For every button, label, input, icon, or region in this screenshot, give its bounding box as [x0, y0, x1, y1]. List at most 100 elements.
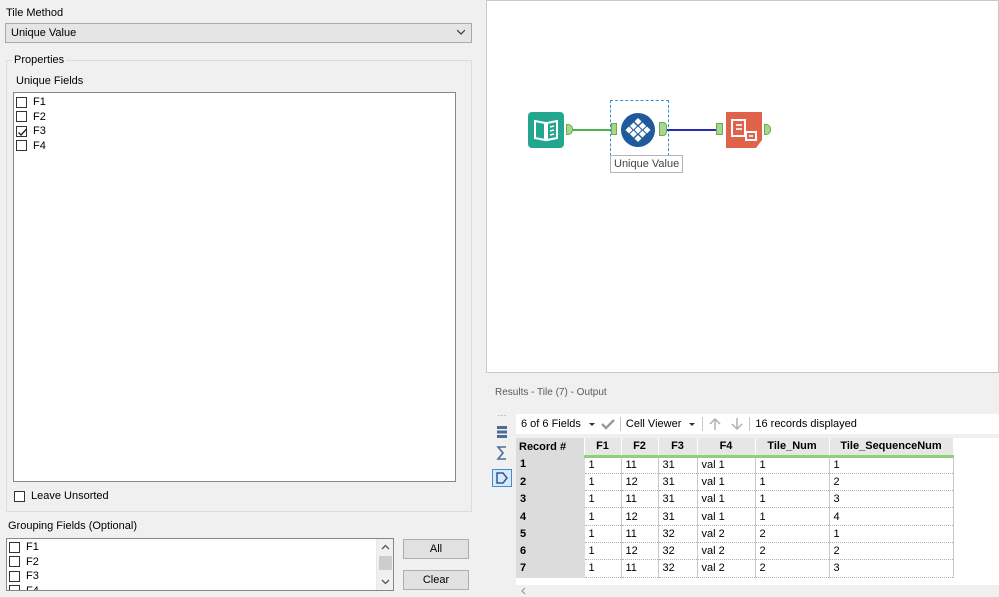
table-cell[interactable]: 1 — [584, 525, 622, 543]
checkmark-icon[interactable] — [601, 418, 615, 430]
tile-tool[interactable] — [620, 112, 656, 148]
results-grid[interactable]: Record # F1 F2 F3 F4 Tile_Num Tile_Seque… — [516, 438, 999, 585]
unique-field-item[interactable]: F4 — [14, 139, 455, 154]
table-cell[interactable]: 31 — [658, 490, 698, 509]
table-cell[interactable]: val 2 — [697, 542, 756, 561]
column-header[interactable]: F1 — [584, 438, 622, 458]
output-anchor[interactable] — [566, 124, 573, 135]
column-header[interactable]: Tile_SequenceNum — [829, 438, 954, 458]
table-row[interactable]: 4 1 12 31 val 1 1 4 — [516, 507, 954, 526]
checkbox-checked[interactable] — [16, 125, 27, 137]
checkbox[interactable] — [9, 541, 20, 553]
browse-tool[interactable] — [726, 112, 762, 148]
table-cell[interactable]: 32 — [658, 542, 698, 561]
table-cell[interactable]: val 2 — [697, 525, 756, 543]
table-cell[interactable]: 11 — [621, 559, 659, 578]
scroll-left-icon[interactable] — [519, 586, 529, 596]
table-cell[interactable]: 12 — [621, 542, 659, 561]
table-row[interactable]: 7 1 11 32 val 2 2 3 — [516, 559, 954, 578]
scroll-down-icon[interactable] — [381, 577, 390, 586]
grouping-field-item[interactable]: F4 — [7, 584, 393, 590]
checkbox[interactable] — [16, 140, 27, 152]
table-cell[interactable]: 4 — [829, 507, 954, 526]
tag-view-icon[interactable] — [492, 469, 512, 487]
table-row[interactable]: 5 1 11 32 val 2 2 1 — [516, 525, 954, 543]
table-cell[interactable]: 1 — [584, 490, 622, 509]
tile-method-dropdown[interactable]: Unique Value — [5, 23, 472, 43]
table-view-icon[interactable] — [492, 423, 512, 441]
all-button[interactable]: All — [403, 539, 469, 559]
column-header[interactable]: Tile_Num — [755, 438, 830, 458]
unique-field-item[interactable]: F2 — [14, 110, 455, 125]
table-cell[interactable]: 3 — [829, 559, 954, 578]
checkbox[interactable] — [9, 556, 20, 568]
table-cell[interactable]: 1 — [584, 542, 622, 561]
table-cell[interactable]: 32 — [658, 525, 698, 543]
grouping-field-item[interactable]: F1 — [7, 540, 393, 555]
checkbox[interactable] — [16, 111, 27, 123]
table-cell[interactable]: 1 — [755, 473, 830, 492]
table-cell[interactable]: 1 — [584, 473, 622, 492]
table-cell[interactable]: 1 — [755, 507, 830, 526]
connection-line[interactable] — [573, 129, 611, 131]
scroll-thumb[interactable] — [379, 556, 392, 570]
table-cell[interactable]: 31 — [658, 456, 698, 474]
table-row[interactable]: 1 1 11 31 val 1 1 1 — [516, 456, 954, 474]
unique-field-item[interactable]: F3 — [14, 124, 455, 139]
table-cell[interactable]: 32 — [658, 559, 698, 578]
checkbox[interactable] — [9, 570, 20, 582]
table-cell[interactable]: 1 — [584, 559, 622, 578]
table-cell[interactable]: 31 — [658, 473, 698, 492]
checkbox[interactable] — [9, 585, 20, 590]
input-anchor[interactable] — [716, 123, 723, 135]
table-cell[interactable]: val 1 — [697, 507, 756, 526]
table-cell[interactable]: 2 — [755, 542, 830, 561]
unique-field-item[interactable]: F1 — [14, 95, 455, 110]
table-cell[interactable]: val 2 — [697, 559, 756, 578]
table-cell[interactable]: 2 — [829, 542, 954, 561]
grouping-field-item[interactable]: F3 — [7, 569, 393, 584]
table-row[interactable]: 2 1 12 31 val 1 1 2 — [516, 473, 954, 492]
results-horizontal-scrollbar[interactable] — [516, 585, 999, 597]
table-cell[interactable]: val 1 — [697, 490, 756, 509]
arrow-down-icon[interactable] — [730, 417, 744, 431]
table-cell[interactable]: 1 — [755, 456, 830, 474]
table-cell[interactable]: 1 — [829, 456, 954, 474]
table-cell[interactable]: 11 — [621, 456, 659, 474]
table-cell[interactable]: val 1 — [697, 456, 756, 474]
fields-selector[interactable]: 6 of 6 Fields — [516, 414, 620, 434]
table-cell[interactable]: 1 — [584, 456, 622, 474]
table-cell[interactable]: 31 — [658, 507, 698, 526]
table-cell[interactable]: 12 — [621, 473, 659, 492]
sum-icon[interactable] — [492, 444, 512, 462]
grouping-field-item[interactable]: F2 — [7, 555, 393, 570]
input-data-tool[interactable] — [528, 112, 564, 148]
grouping-fields-list[interactable]: F1 F2 F3 F4 — [6, 538, 394, 591]
table-cell[interactable]: 3 — [829, 490, 954, 509]
grouping-list-scrollbar[interactable] — [376, 539, 393, 590]
table-row[interactable]: 3 1 11 31 val 1 1 3 — [516, 490, 954, 509]
arrow-up-icon[interactable] — [708, 417, 722, 431]
workflow-canvas[interactable]: Unique Value — [486, 0, 999, 373]
unique-fields-list[interactable]: F1 F2 F3 F4 — [13, 92, 456, 482]
table-cell[interactable]: 2 — [755, 559, 830, 578]
input-anchor[interactable] — [611, 123, 617, 135]
table-cell[interactable]: 1 — [584, 507, 622, 526]
table-cell[interactable]: 2 — [829, 473, 954, 492]
checkbox[interactable] — [16, 96, 27, 108]
column-header[interactable]: Record # — [516, 438, 585, 456]
table-cell[interactable]: 1 — [755, 490, 830, 509]
table-cell[interactable]: 12 — [621, 507, 659, 526]
column-header[interactable]: F2 — [621, 438, 659, 458]
table-cell[interactable]: 1 — [829, 525, 954, 543]
column-header[interactable]: F4 — [697, 438, 756, 458]
leave-unsorted-option[interactable]: Leave Unsorted — [12, 489, 109, 504]
clear-button[interactable]: Clear — [403, 570, 469, 590]
table-cell[interactable]: val 1 — [697, 473, 756, 492]
column-header[interactable]: F3 — [658, 438, 698, 458]
output-anchor[interactable] — [764, 124, 771, 135]
output-anchor[interactable] — [659, 122, 667, 136]
cell-viewer-dropdown[interactable]: Cell Viewer — [621, 414, 702, 434]
table-cell[interactable]: 11 — [621, 525, 659, 543]
panel-splitter[interactable] — [478, 0, 486, 597]
